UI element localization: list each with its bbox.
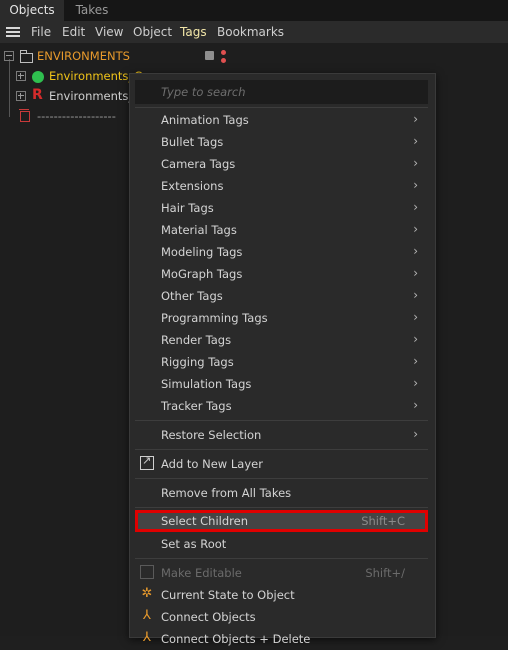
menu-item-label: Simulation Tags [161, 377, 252, 391]
connect-objects-icon: ⅄ [143, 608, 151, 623]
menu-item-remove-from-all-takes[interactable]: Remove from All Takes [135, 482, 428, 504]
menu-item-label: Remove from All Takes [161, 486, 292, 500]
menu-item-camera-tags[interactable]: Camera Tags › [135, 153, 428, 175]
menu-item-material-tags[interactable]: Material Tags › [135, 219, 428, 241]
menu-item-current-state-to-object[interactable]: ✲ Current State to Object [135, 584, 428, 606]
tab-objects[interactable]: Objects [0, 0, 64, 21]
menu-item-other-tags[interactable]: Other Tags › [135, 285, 428, 307]
menu-item-hair-tags[interactable]: Hair Tags › [135, 197, 428, 219]
chevron-right-icon: › [413, 354, 418, 368]
menu-item-rigging-tags[interactable]: Rigging Tags › [135, 351, 428, 373]
current-state-icon: ✲ [141, 586, 153, 601]
new-layer-icon [140, 454, 154, 470]
chevron-right-icon: › [413, 244, 418, 258]
menu-separator [135, 420, 428, 421]
tree-row-label[interactable]: ------------------- [37, 109, 116, 123]
menu-view[interactable]: View [95, 21, 123, 43]
expand-icon[interactable] [16, 91, 26, 101]
menu-item-label: Render Tags [161, 333, 232, 347]
menu-item-label: MoGraph Tags [161, 267, 243, 281]
menu-separator [135, 449, 428, 450]
menu-item-label: Connect Objects [161, 610, 256, 624]
menu-object[interactable]: Object [133, 21, 172, 43]
menu-item-mograph-tags[interactable]: MoGraph Tags › [135, 263, 428, 285]
chevron-right-icon: › [413, 427, 418, 441]
chevron-right-icon: › [413, 288, 418, 302]
collapse-icon[interactable] [4, 51, 14, 61]
menu-item-add-to-new-layer[interactable]: Add to New Layer [135, 453, 428, 475]
chevron-right-icon: › [413, 398, 418, 412]
tree-row-environments[interactable]: ENVIRONMENTS [0, 46, 250, 66]
tab-takes[interactable]: Takes [64, 0, 120, 21]
chevron-right-icon: › [413, 134, 418, 148]
menu-item-programming-tags[interactable]: Programming Tags › [135, 307, 428, 329]
menu-item-label: Add to New Layer [161, 457, 263, 471]
menu-item-label: Bullet Tags [161, 135, 224, 149]
menu-item-label: Make Editable [161, 566, 242, 580]
render-visibility-dot-icon[interactable] [221, 58, 226, 63]
menu-separator [135, 107, 428, 108]
chevron-right-icon: › [413, 156, 418, 170]
tree-row-label[interactable]: ENVIRONMENTS [37, 49, 130, 63]
chevron-right-icon: › [413, 112, 418, 126]
menu-item-label: Current State to Object [161, 588, 295, 602]
menu-item-label: Set as Root [161, 537, 227, 551]
expand-icon[interactable] [16, 71, 26, 81]
context-menu: Animation Tags › Bullet Tags › Camera Tags… [129, 73, 436, 646]
shortcut-label: Shift+/ [365, 566, 405, 580]
menu-item-restore-selection[interactable]: Restore Selection › [135, 424, 428, 446]
make-editable-icon [140, 565, 154, 579]
menu-item-set-as-root[interactable]: Set as Root [135, 533, 428, 555]
menu-separator [135, 478, 428, 479]
menu-item-simulation-tags[interactable]: Simulation Tags › [135, 373, 428, 395]
menu-item-label: Material Tags [161, 223, 237, 237]
sphere-object-icon [32, 71, 44, 83]
folder-icon [20, 50, 33, 63]
menu-item-label: Programming Tags [161, 311, 268, 325]
menu-item-label: Tracker Tags [161, 399, 232, 413]
menu-item-label: Rigging Tags [161, 355, 234, 369]
menu-separator [135, 507, 428, 508]
chevron-right-icon: › [413, 376, 418, 390]
menu-item-animation-tags[interactable]: Animation Tags › [135, 109, 428, 131]
menu-item-connect-objects-delete[interactable]: ⅄ Connect Objects + Delete [135, 628, 428, 650]
visibility-check-icon[interactable] [205, 51, 214, 60]
editor-visibility-dot-icon[interactable] [221, 50, 226, 55]
menu-item-label: Other Tags [161, 289, 223, 303]
menu-bar: File Edit View Object Tags Bookmarks [0, 21, 508, 43]
menu-item-make-editable: Make Editable Shift+/ [135, 562, 428, 584]
menu-item-render-tags[interactable]: Render Tags › [135, 329, 428, 351]
menu-separator [135, 558, 428, 559]
menu-item-label: Hair Tags [161, 201, 214, 215]
menu-tags[interactable]: Tags [180, 21, 207, 43]
menu-edit[interactable]: Edit [62, 21, 85, 43]
menu-item-label: Camera Tags [161, 157, 236, 171]
chevron-right-icon: › [413, 266, 418, 280]
tab-bar: Objects Takes [0, 0, 508, 21]
menu-file[interactable]: File [31, 21, 51, 43]
connect-delete-icon: ⅄ [143, 630, 151, 645]
chevron-right-icon: › [413, 200, 418, 214]
menu-item-extensions[interactable]: Extensions › [135, 175, 428, 197]
null-delete-icon [19, 109, 30, 122]
chevron-right-icon: › [413, 310, 418, 324]
hamburger-menu-icon[interactable] [6, 27, 20, 37]
r-object-icon: R [32, 87, 43, 103]
menu-item-label: Restore Selection [161, 428, 262, 442]
menu-item-label: Connect Objects + Delete [161, 632, 311, 646]
menu-item-label: Modeling Tags [161, 245, 243, 259]
menu-item-tracker-tags[interactable]: Tracker Tags › [135, 395, 428, 417]
menu-item-modeling-tags[interactable]: Modeling Tags › [135, 241, 428, 263]
menu-item-connect-objects[interactable]: ⅄ Connect Objects [135, 606, 428, 628]
menu-item-label: Extensions [161, 179, 224, 193]
menu-bookmarks[interactable]: Bookmarks [217, 21, 284, 43]
chevron-right-icon: › [413, 178, 418, 192]
context-search-input[interactable] [135, 80, 428, 104]
menu-item-label: Animation Tags [161, 113, 249, 127]
chevron-right-icon: › [413, 222, 418, 236]
menu-item-bullet-tags[interactable]: Bullet Tags › [135, 131, 428, 153]
annotation-highlight-box [135, 510, 428, 532]
chevron-right-icon: › [413, 332, 418, 346]
